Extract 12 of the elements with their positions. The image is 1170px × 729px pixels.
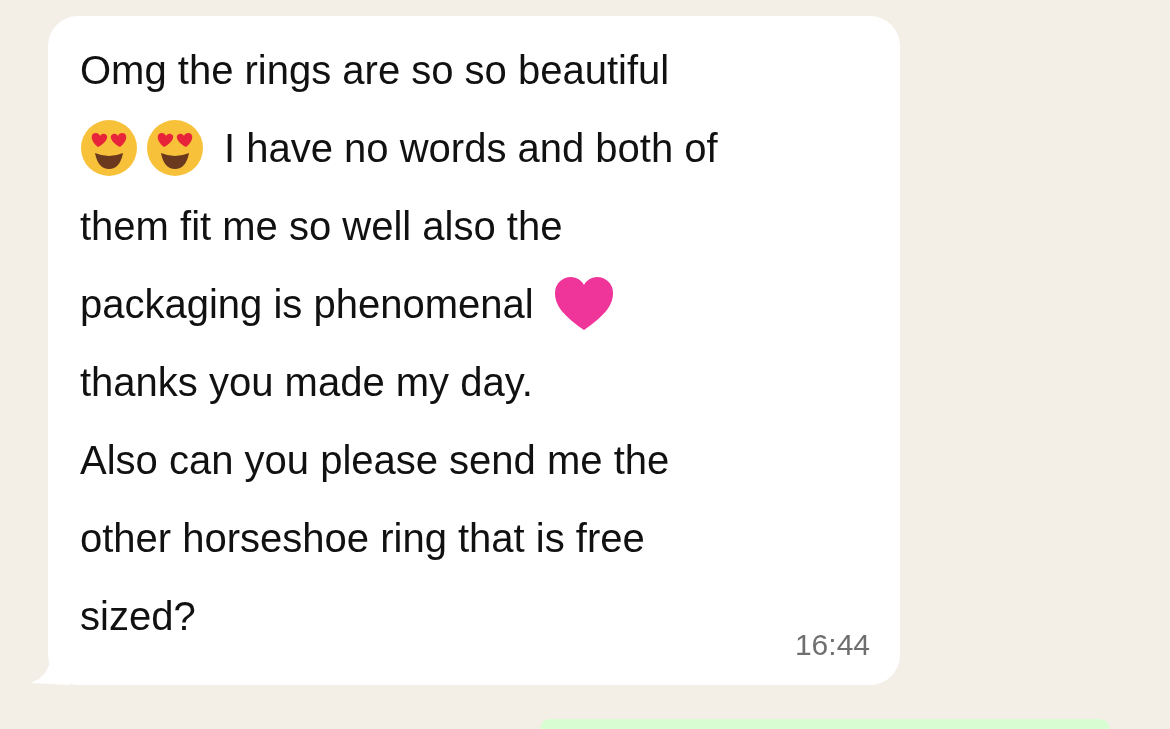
message-time: 16:44 xyxy=(794,627,870,663)
heart-eyes-emoji-icon xyxy=(146,119,204,177)
message-text: I have no words and both of xyxy=(224,125,718,172)
message-text: Omg the rings are so so beautiful xyxy=(80,47,670,94)
message-text: them fit me so well also the xyxy=(80,203,563,250)
heart-eyes-emoji-icon xyxy=(80,119,138,177)
message-text: other horseshoe ring that is free xyxy=(80,515,645,562)
message-text: Also can you please send me the xyxy=(80,437,670,484)
message-text: sized? xyxy=(80,593,196,640)
message-text: packaging is phenomenal xyxy=(80,281,534,328)
message-text: thanks you made my day. xyxy=(80,359,533,406)
heart-icon xyxy=(553,276,614,332)
